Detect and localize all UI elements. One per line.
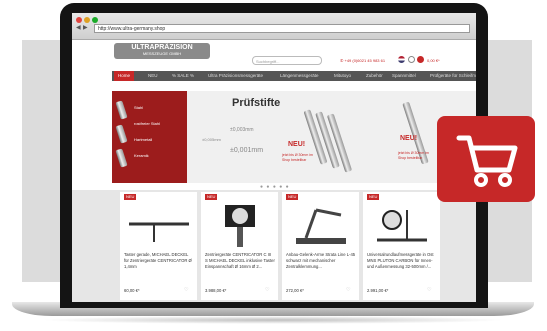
product-name[interactable]: Zentriergeräte CENTRICATOR C III S MICHA…: [205, 252, 275, 270]
slide-title: Prüfstifte: [232, 97, 281, 109]
close-window-icon[interactable]: [76, 17, 82, 23]
product-price: 3.988,00 €*: [205, 288, 227, 293]
promo-text: jetzt bis Ø 30mm im Shop bestellbar: [398, 151, 429, 160]
phone-number: ✆ +49 (0)6021 45 983 61: [340, 58, 385, 63]
nav-item-sale[interactable]: % SALE %: [172, 71, 194, 81]
main-navigation: Home NEU % SALE % Ultra Präzisionsmessge…: [112, 71, 476, 81]
nav-item-spannmittel[interactable]: Spannmittel: [392, 71, 416, 81]
cart-icon: [456, 135, 518, 187]
forward-icon[interactable]: ▶: [83, 25, 88, 32]
hero-slider[interactable]: Stahl rostfreier Stahl Hartmetall Kerami…: [112, 91, 476, 183]
laptop-screen: ◀ ▶ http://www.ultra-germany.shop ULTRAP…: [72, 13, 476, 302]
pin-image: [115, 148, 128, 168]
nav-item-mitutoyo[interactable]: Mitutoyo: [334, 71, 351, 81]
product-price: 60,00 €*: [124, 288, 140, 293]
cart-icon[interactable]: [417, 56, 424, 63]
heart-icon[interactable]: ♡: [427, 287, 431, 293]
product-image: [225, 205, 255, 247]
back-icon[interactable]: ◀: [76, 25, 81, 32]
product-price: 272,00 €*: [286, 288, 304, 293]
pin-image: [115, 100, 128, 120]
tolerance-label: ±0,001mm: [230, 147, 264, 154]
product-card[interactable]: NEU Universalrundlaufmessgeräte in Ost M…: [363, 192, 440, 300]
product-name[interactable]: Universalrundlaufmessgeräte in Ost MNS P…: [367, 252, 437, 270]
material-item: rostfreier Stahl: [134, 121, 161, 126]
material-item: Hartmetall: [134, 137, 153, 142]
user-icon[interactable]: [408, 56, 415, 63]
product-image: [296, 208, 346, 244]
product-price: 2.991,00 €*: [367, 288, 389, 293]
heart-icon[interactable]: ♡: [184, 287, 188, 293]
heart-icon[interactable]: ♡: [346, 287, 350, 293]
phone-icon: ✆: [340, 58, 344, 63]
nav-item-pruefgeraete[interactable]: Prüfgeräte für Schleifmaschinen: [430, 71, 476, 81]
minimize-window-icon[interactable]: [84, 17, 90, 23]
site-logo[interactable]: ULTRAPRÄZISION MESSZEUGE GMBH: [114, 43, 210, 59]
material-item: Stahl: [134, 105, 144, 110]
laptop-shadow: [40, 316, 506, 324]
nav-item-home[interactable]: Home: [114, 71, 135, 81]
material-item: Keramik: [134, 153, 149, 158]
tolerance-label: ±0,003mm: [230, 127, 254, 133]
heart-icon[interactable]: ♡: [265, 287, 269, 293]
nav-item-zubehoer[interactable]: Zubehör: [366, 71, 383, 81]
promo-new-label: NEU!: [400, 135, 418, 142]
maximize-window-icon[interactable]: [92, 17, 98, 23]
search-input[interactable]: Suchbegriff...: [252, 56, 322, 65]
nav-item-ultra[interactable]: Ultra Präzisionsmessgeräte: [208, 71, 263, 81]
product-card[interactable]: NEU Anbau-Gelenk-Arme Strata Line L-45 s…: [282, 192, 359, 300]
tolerance-label: ±0,005mm: [202, 137, 221, 142]
address-bar[interactable]: http://www.ultra-germany.shop: [94, 24, 470, 33]
pin-image: [115, 124, 128, 144]
product-card[interactable]: NEU Taster gerade, MICHAEL DECKEL für Ze…: [120, 192, 197, 300]
nav-item-new[interactable]: NEU: [148, 71, 158, 81]
product-image: [129, 222, 189, 242]
logo-title: ULTRAPRÄZISION: [131, 44, 193, 51]
product-card[interactable]: NEU Zentriergeräte CENTRICATOR C III S M…: [201, 192, 278, 300]
promo-new-label: NEU!: [288, 141, 306, 148]
shop-cart-badge: [437, 116, 535, 202]
nav-item-laengen[interactable]: Längenmessgeräte: [280, 71, 319, 81]
product-image: [377, 210, 427, 242]
phone-text: +49 (0)6021 45 983 61: [344, 58, 386, 63]
flag-icon[interactable]: [398, 56, 405, 63]
logo-subtitle: MESSZEUGE GMBH: [142, 51, 182, 56]
promo-text: jetzt bis Ø 30mm im Shop bestellbar: [282, 153, 313, 162]
product-name[interactable]: Anbau-Gelenk-Arme Strata Line L-45 schwa…: [286, 252, 356, 270]
product-row: NEU Taster gerade, MICHAEL DECKEL für Ze…: [72, 190, 476, 302]
cart-total[interactable]: 0,00 €*: [427, 58, 440, 63]
new-badge: NEU: [124, 194, 137, 200]
slider-material-panel: Stahl rostfreier Stahl Hartmetall Kerami…: [112, 91, 187, 183]
product-name[interactable]: Taster gerade, MICHAEL DECKEL für Zentri…: [124, 252, 194, 270]
browser-toolbar: ◀ ▶ http://www.ultra-germany.shop: [72, 13, 476, 40]
